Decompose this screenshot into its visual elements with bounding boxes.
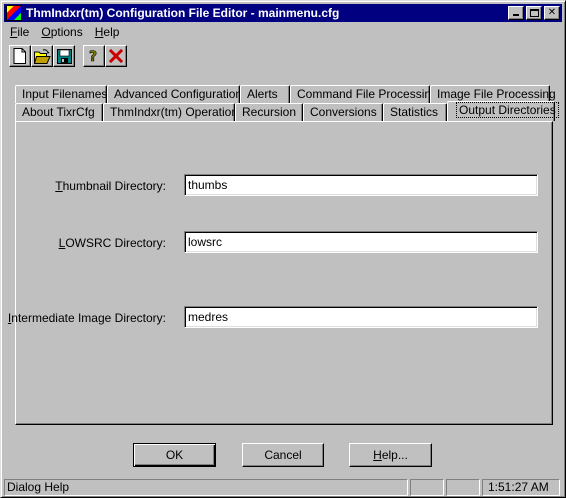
close-button[interactable]: ✕ bbox=[544, 6, 560, 20]
tab-advanced-configuration[interactable]: Advanced Configuration bbox=[107, 85, 242, 103]
new-file-icon bbox=[13, 48, 26, 64]
svg-text:?: ? bbox=[89, 49, 97, 64]
maximize-button[interactable] bbox=[526, 6, 542, 20]
tab-output-directories-label: Output Directories bbox=[456, 102, 559, 118]
save-disk-icon bbox=[56, 48, 72, 64]
menu-options[interactable]: Options bbox=[35, 25, 88, 39]
thumbnail-mnemonic: T bbox=[55, 179, 63, 193]
delete-x-icon bbox=[109, 49, 123, 63]
maximize-icon bbox=[530, 9, 539, 17]
tab-about-tixrcfg[interactable]: About TixrCfg bbox=[15, 103, 103, 121]
status-message: Dialog Help bbox=[4, 479, 408, 496]
minimize-icon bbox=[513, 14, 519, 16]
tab-statistics[interactable]: Statistics bbox=[383, 103, 447, 121]
tab-input-filenames[interactable]: Input Filenames bbox=[15, 85, 107, 103]
ok-button[interactable]: OK bbox=[133, 443, 216, 467]
tab-row-front: About TixrCfg ThmIndxr(tm) Operation Rec… bbox=[15, 101, 559, 121]
title-bar[interactable]: ThmIndxr(tm) Configuration File Editor -… bbox=[4, 4, 562, 22]
help-button-label: elp... bbox=[381, 448, 408, 462]
intermediate-image-directory-input[interactable]: medres bbox=[184, 306, 538, 328]
window-controls: ✕ bbox=[508, 6, 560, 20]
window-title: ThmIndxr(tm) Configuration File Editor -… bbox=[26, 6, 340, 20]
help-button-mnemonic: H bbox=[373, 448, 382, 462]
open-file-button[interactable] bbox=[31, 45, 53, 67]
output-directories-panel: Thumbnail Directory: thumbs LOWSRC Direc… bbox=[8, 121, 553, 425]
menu-bar: File Options Help bbox=[4, 23, 562, 41]
new-file-button[interactable] bbox=[9, 45, 31, 67]
status-pane-3 bbox=[446, 479, 480, 496]
tab-output-directories[interactable]: Output Directories bbox=[447, 101, 559, 121]
help-icon: ? bbox=[89, 49, 98, 64]
thumbnail-directory-input[interactable]: thumbs bbox=[184, 174, 538, 196]
tab-alerts[interactable]: Alerts bbox=[240, 85, 290, 103]
minimize-button[interactable] bbox=[508, 6, 524, 20]
menu-file[interactable]: File bbox=[4, 25, 35, 39]
status-bar: Dialog Help 1:51:27 AM bbox=[4, 479, 562, 496]
help-button[interactable]: Help... bbox=[349, 443, 432, 467]
cancel-button[interactable]: Cancel bbox=[242, 443, 324, 467]
menu-options-mnemonic: O bbox=[41, 25, 51, 39]
lowsrc-directory-input[interactable]: lowsrc bbox=[184, 231, 538, 253]
save-file-button[interactable] bbox=[53, 45, 75, 67]
lowsrc-label-text: OWSRC Directory: bbox=[65, 236, 166, 250]
tab-command-file-processing[interactable]: Command File Processing bbox=[290, 85, 438, 103]
thumbnail-label-text: humbnail Directory: bbox=[62, 179, 166, 193]
status-clock: 1:51:27 AM bbox=[482, 479, 560, 496]
app-icon[interactable] bbox=[6, 5, 22, 21]
help-button-tool[interactable]: ? bbox=[83, 45, 105, 67]
close-icon: ✕ bbox=[547, 7, 557, 18]
menu-help-label: elp bbox=[103, 25, 120, 39]
tab-recursion[interactable]: Recursion bbox=[235, 103, 303, 121]
menu-options-label: ptions bbox=[50, 25, 83, 39]
toolbar: ? bbox=[9, 45, 127, 69]
tab-thmindxr-operation[interactable]: ThmIndxr(tm) Operation bbox=[103, 103, 238, 121]
intermediate-label-text: ntermediate Image Directory: bbox=[11, 311, 166, 325]
tab-conversions[interactable]: Conversions bbox=[303, 103, 383, 121]
main-window: ThmIndxr(tm) Configuration File Editor -… bbox=[0, 0, 566, 498]
menu-file-label: ile bbox=[17, 25, 30, 39]
menu-help[interactable]: Help bbox=[89, 25, 126, 39]
intermediate-image-directory-label: Intermediate Image Directory: bbox=[8, 311, 166, 325]
lowsrc-directory-label: LOWSRC Directory: bbox=[59, 236, 166, 250]
thumbnail-directory-label: Thumbnail Directory: bbox=[55, 179, 166, 193]
open-folder-icon bbox=[33, 48, 51, 64]
toolbar-separator bbox=[75, 45, 83, 69]
delete-button[interactable] bbox=[105, 45, 127, 67]
status-pane-2 bbox=[410, 479, 444, 496]
